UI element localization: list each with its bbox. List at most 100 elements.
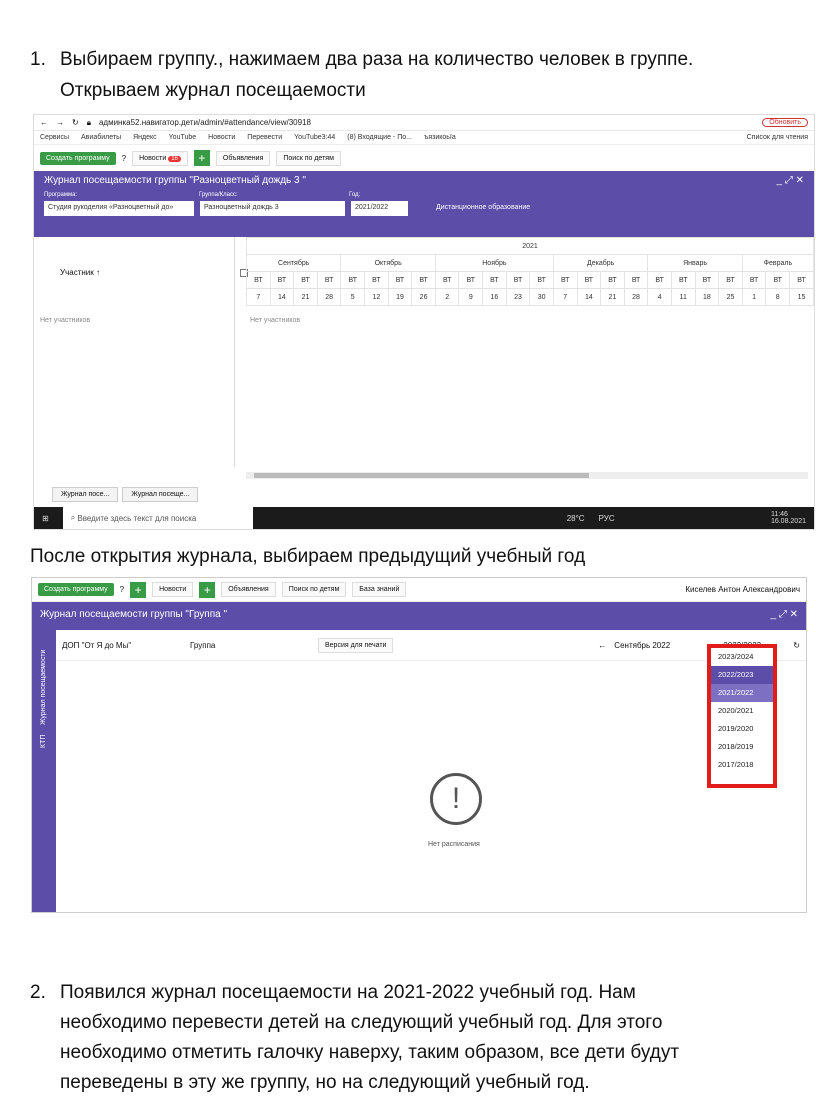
journal-header: Журнал посещаемости группы "Группа " _ ⤢… [32,602,806,630]
prev-month-icon[interactable]: ← [598,641,606,650]
group-select[interactable]: Разноцветный дождь 3 [200,201,345,216]
month-header: Январь [647,254,743,272]
window-controls[interactable]: _ ⤢ ✕ [771,609,799,620]
month-select[interactable]: Сентябрь 2022 [614,641,699,650]
announcements-button[interactable]: Объявления [221,582,276,597]
search-icon: ⌕ [70,513,78,522]
year-select[interactable]: 2021/2022 [351,201,408,216]
window-tab[interactable]: Журнал посеще... [122,487,199,502]
bookmark[interactable]: Перевести [247,134,282,141]
bookmark[interactable]: (8) Входящие - По... [347,134,412,141]
help-icon[interactable]: ? [120,585,124,594]
program-select[interactable]: Студия рукоделия «Разноцветный до» [44,201,194,216]
date-cell: 23 [505,288,531,306]
date-cell: 25 [718,288,743,306]
taskbar-search-placeholder: Введите здесь текст для поиска [77,513,197,523]
refresh-icon[interactable]: ↻ [793,641,800,650]
search-children-button[interactable]: Поиск по детям [276,150,341,166]
program-label: Программа: [44,192,78,198]
year-option[interactable]: 2021/2022 [711,684,773,702]
clock-date: 16.08.2021 [770,518,806,525]
bookmark[interactable]: Авиабилеты [81,134,121,141]
side-tab-ktp[interactable]: КТП [40,735,47,748]
instruction-paragraph: После открытия журнала, выбираем предыду… [30,546,586,567]
weekday-cell: ВТ [246,271,271,289]
news-count-badge: 16 [168,155,181,162]
bookmark[interactable]: YouTube [169,134,197,141]
journal-title: Журнал посещаемости группы "Группа " [40,609,228,620]
step-2: 2. Появился журнал посещаемости на 2021-… [30,978,810,1098]
reload-icon[interactable]: ↻ [72,118,79,127]
add-icon[interactable]: + [130,581,147,598]
update-button[interactable]: Обновить [762,118,808,127]
date-cell: 8 [765,288,791,306]
step-number: 1. [30,49,46,70]
weekday-cell: ВТ [600,271,625,289]
weekday-cell: ВТ [364,271,389,289]
year-option[interactable]: 2018/2019 [711,738,773,756]
browser-address-bar: ← → ↻ 🔒︎ админка52.навигатор.дети/admin/… [34,115,814,131]
user-menu[interactable]: Киселев Антон Александрович [685,585,800,594]
group-select[interactable]: Группа [190,641,310,650]
bookmark[interactable]: Список для чтения [747,134,808,141]
date-cell: 7 [552,288,578,306]
bookmarks-bar: Сервисы Авиабилеты Яндекс YouTube Новост… [34,131,814,145]
side-tab-journal[interactable]: Журнал посещаемости [40,650,47,725]
program-select[interactable]: ДОП "От Я до Мы" [62,641,182,650]
help-icon[interactable]: ? [122,154,126,163]
year-option[interactable]: 2020/2021 [711,702,773,720]
clock: 11:46 16.08.2021 [771,511,806,525]
weekday-cell: ВТ [718,271,743,289]
bookmark[interactable]: ъязикоьїа [424,134,456,141]
window-tab[interactable]: Журнал посе... [52,487,119,502]
add-icon[interactable]: + [193,150,210,166]
taskbar-search[interactable]: ⌕ Введите здесь текст для поиска [62,507,253,529]
step-line: Появился журнал посещаемости на 2021-202… [60,982,636,1003]
participant-header[interactable]: Участник ↑ [60,268,100,277]
knowledge-base-button[interactable]: База знаний [352,582,407,597]
window-controls[interactable]: _ ⤢ ✕ [777,175,805,186]
create-program-button[interactable]: Создать программу [38,583,114,596]
announcements-button[interactable]: Объявления [215,150,271,166]
month-header: Октябрь [340,254,436,272]
weekday-cell: ВТ [411,271,436,289]
side-tabs: Журнал посещаемости КТП [32,630,56,912]
windows-start-icon[interactable]: ⊞ [42,514,49,523]
url-text[interactable]: админка52.навигатор.дети/admin/#attendan… [99,118,311,127]
weekday-cell: ВТ [316,271,342,289]
back-icon[interactable]: ← [40,118,48,127]
horizontal-scrollbar[interactable] [246,472,808,479]
step-line: Открываем журнал посещаемости [60,80,366,101]
year-option[interactable]: 2019/2020 [711,720,773,738]
step-number: 2. [30,982,46,1003]
date-cell: 30 [529,288,554,306]
bookmark[interactable]: Новости [208,134,235,141]
attendance-grid: Участник ↑ Нет участников 2021 Сентябрь О… [34,237,814,482]
lock-icon: 🔒︎ [86,117,91,127]
bookmark[interactable]: Сервисы [40,134,69,141]
clock-time: 11:46 [770,511,788,518]
date-cell: 19 [387,288,413,306]
news-button[interactable]: Новости 16 [132,150,188,166]
bookmark[interactable]: Яндекс [133,134,157,141]
year-option[interactable]: 2022/2023 [711,666,773,684]
participants-column: Участник ↑ Нет участников [40,237,248,467]
year-option[interactable]: 2023/2024 [711,648,773,666]
search-children-button[interactable]: Поиск по детям [281,582,347,597]
no-participants: Нет участников [40,317,91,324]
open-windows: Журнал посе... Журнал посеще... [52,487,199,502]
bookmark[interactable]: YouTube3:44 [294,134,335,141]
add-icon[interactable]: + [199,581,216,598]
date-cell: 2 [434,288,460,306]
create-program-button[interactable]: Создать программу [40,151,116,165]
weather-temp: 28°C [566,513,585,523]
year-option[interactable]: 2017/2018 [711,756,773,774]
date-cell: 21 [600,288,625,306]
mode-select[interactable]: Дистанционное образование [436,201,530,216]
app-toolbar: Создать программу ? Новости 16 + Объявле… [34,145,814,171]
print-version-button[interactable]: Версия для печати [318,637,394,653]
journal-title: Журнал посещаемости группы "Разноцветный… [44,175,306,186]
forward-icon[interactable]: → [56,118,64,127]
weekday-cell: ВТ [576,271,602,289]
news-button[interactable]: Новости [152,582,194,597]
